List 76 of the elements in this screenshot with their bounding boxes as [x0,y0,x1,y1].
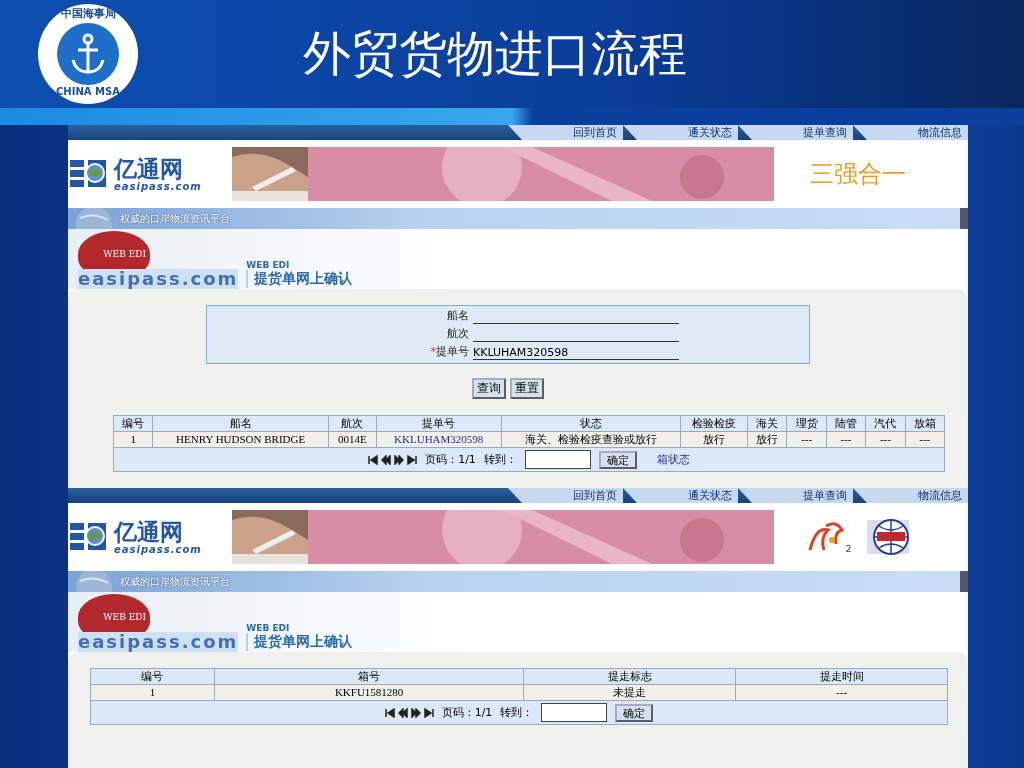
nav-link[interactable]: 通关状态 [623,125,738,140]
page-input[interactable] [541,703,608,722]
site-domain: easipass.com [78,269,239,289]
column-header: 海关 [747,415,787,432]
section-label: WEB EDI [246,623,291,633]
next-page-icon[interactable] [410,707,421,718]
brand-name: 亿通网 [114,519,183,544]
slogan: 权威的口岸物流资讯平台 [120,574,230,589]
nav-link[interactable]: 回到首页 [508,488,623,503]
input-field[interactable]: KKLUHAM320598 [473,345,679,360]
column-header: 汽代 [865,415,906,432]
last-page-icon[interactable] [407,454,418,465]
column-header: 船名 [152,415,329,432]
confirm-button[interactable]: 确定 [615,703,654,722]
last-page-icon[interactable] [423,707,434,718]
first-page-icon[interactable] [384,707,395,718]
nav-link[interactable]: 通关状态 [623,488,738,503]
table-cell: KKFU1581280 [214,684,524,701]
section-label: WEB EDI [246,260,291,270]
globe-logo-icon [865,516,910,558]
nav-link[interactable]: 提单查询 [738,488,853,503]
form-button[interactable]: 查询 [472,378,506,399]
brand-domain: easipass.com [114,543,202,555]
table-cell: --- [786,431,827,448]
table-cell: 1 [90,684,215,701]
table-cell: 1 [113,431,153,448]
goto-label: 转到： [500,706,534,719]
superscript-mark: 2 [845,544,852,554]
field-label: 航次 [446,327,470,342]
column-header: 检验检疫 [680,415,748,432]
emblem-text: CHINA MSA [55,86,121,98]
table-cell: --- [905,431,945,448]
field-label: 船名 [446,309,470,324]
table-cell: --- [735,684,948,701]
nav-link[interactable]: 提单查询 [738,125,853,140]
table-cell: 未提走 [523,684,736,701]
table-cell: --- [865,431,906,448]
nav-link[interactable]: 物流信息 [853,125,968,140]
table-cell: HENRY HUDSON BRIDGE [152,431,329,448]
column-header: 放箱 [905,415,945,432]
nav-link[interactable]: 回到首页 [508,125,623,140]
brand-domain: easipass.com [114,180,202,192]
field-label: *提单号 [429,345,470,360]
page-indicator: 页码：1/1 [425,453,476,466]
slide-title: 外贸货物进口流程 [303,24,687,83]
column-header: 提走标志 [523,668,736,685]
site-domain: easipass.com [78,632,239,652]
column-header: 提单号 [376,415,502,432]
table-cell: 0014E [328,431,377,448]
previous-page-icon[interactable] [397,707,408,718]
column-header: 编号 [113,415,153,432]
next-page-icon[interactable] [394,454,405,465]
column-header: 箱号 [214,668,524,685]
slogan: 权威的口岸物流资讯平台 [120,211,230,226]
brand-name: 亿通网 [114,156,183,181]
column-header: 提走时间 [735,668,948,685]
column-header: 理货 [786,415,827,432]
table-cell: 放行 [747,431,787,448]
column-header: 航次 [328,415,377,432]
previous-page-icon[interactable] [381,454,392,465]
first-page-icon[interactable] [368,454,379,465]
nav-link[interactable]: 物流信息 [853,488,968,503]
form-button[interactable]: 重置 [510,378,544,399]
container-status-link[interactable]: 箱状态 [656,453,690,466]
confirm-button[interactable]: 确定 [598,450,637,469]
column-header: 编号 [90,668,215,685]
page-input[interactable] [524,450,591,469]
tagline: 三强合一 [809,159,906,190]
page-indicator: 页码：1/1 [441,706,493,719]
goto-label: 转到： [483,453,517,466]
column-header: 陆管 [826,415,866,432]
table-cell: 海关、检验检疫查验或放行 [501,431,681,448]
table-cell: 放行 [680,431,748,448]
column-header: 状态 [501,415,681,432]
table-cell: --- [826,431,866,448]
emblem-text: 中国海事局 [59,8,117,20]
